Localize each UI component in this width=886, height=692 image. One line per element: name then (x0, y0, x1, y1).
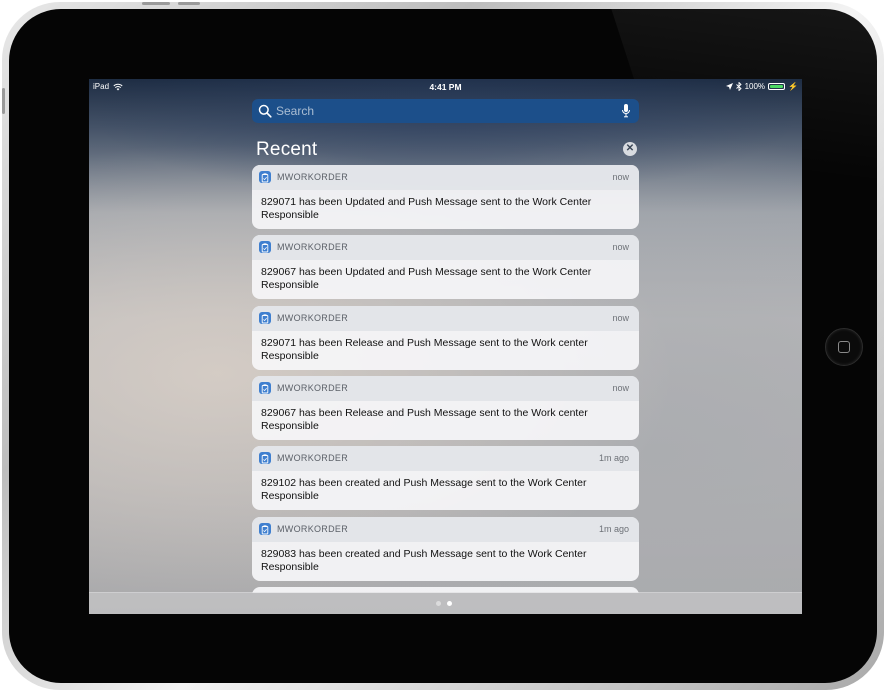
app-name: MWORKORDER (277, 313, 348, 323)
notification-message: 829067 has been Updated and Push Message… (261, 266, 592, 291)
section-title: Recent (256, 139, 318, 160)
notification-message: 829083 has been created and Push Message… (261, 548, 587, 573)
notification-header: MWORKORDER now (252, 376, 639, 401)
notification-header: MWORKORDER 1m ago (252, 517, 639, 542)
notification-header: MWORKORDER now (252, 306, 639, 331)
app-name: MWORKORDER (277, 172, 348, 182)
volume-button (142, 2, 170, 5)
notification-card[interactable]: MWORKORDER now 829071 has been Release a… (252, 306, 639, 370)
search-icon (258, 104, 272, 118)
notification-header: MWORKORDER now (252, 165, 639, 190)
home-button-icon (838, 341, 850, 353)
battery-percent: 100% (744, 82, 766, 91)
notification-card[interactable]: MWORKORDER 1m ago 829102 has been create… (252, 446, 639, 510)
notification-time: now (612, 313, 629, 323)
notification-center-screen: iPad 4:41 PM 100% ⚡ Search Recent ✕ MWOR… (89, 79, 802, 614)
battery-fill (770, 85, 784, 88)
notification-message: 829071 has been Release and Push Message… (261, 337, 588, 362)
app-name: MWORKORDER (277, 453, 348, 463)
app-icon (259, 241, 271, 253)
notification-time: 1m ago (598, 453, 629, 463)
notification-card[interactable]: MWORKORDER now 829071 has been Updated a… (252, 165, 639, 229)
side-switch (2, 88, 5, 114)
page-dot[interactable] (436, 601, 441, 606)
notification-message: 829067 has been Release and Push Message… (261, 407, 588, 432)
page-indicator[interactable] (436, 601, 452, 606)
notification-card[interactable]: MWORKORDER now 829067 has been Release a… (252, 376, 639, 440)
status-bar: iPad 4:41 PM 100% ⚡ (89, 79, 802, 95)
status-time: 4:41 PM (429, 82, 462, 92)
power-button (178, 2, 200, 5)
app-icon (259, 523, 271, 535)
battery-icon (768, 83, 786, 90)
app-icon (259, 312, 271, 324)
app-icon (259, 171, 271, 183)
app-icon (259, 452, 271, 464)
app-name: MWORKORDER (277, 242, 348, 252)
microphone-icon[interactable] (621, 103, 631, 119)
page-indicator-bar (89, 592, 802, 614)
notification-header: MWORKORDER 1m ago (252, 446, 639, 471)
notification-message: 829071 has been Updated and Push Message… (261, 196, 592, 221)
home-button[interactable] (825, 328, 863, 366)
close-icon: ✕ (625, 143, 635, 154)
bluetooth-icon (735, 82, 742, 91)
notification-time: now (612, 242, 629, 252)
notification-time: now (612, 172, 629, 182)
page-dot-current[interactable] (447, 601, 452, 606)
location-icon (725, 83, 733, 90)
notification-time: now (612, 383, 629, 393)
search-bar[interactable] (252, 99, 639, 123)
clear-notifications-button[interactable]: ✕ (623, 142, 637, 156)
app-icon (259, 382, 271, 394)
status-right: 100% ⚡ (725, 82, 798, 91)
notification-card[interactable]: MWORKORDER 1m ago 829083 has been create… (252, 517, 639, 581)
notification-header: MWORKORDER now (252, 235, 639, 260)
charging-icon: ⚡ (788, 82, 798, 91)
notification-message: 829102 has been created and Push Message… (261, 477, 587, 502)
notification-card[interactable]: MWORKORDER now 829067 has been Updated a… (252, 235, 639, 299)
notification-list: MWORKORDER now 829071 has been Updated a… (252, 165, 639, 593)
app-name: MWORKORDER (277, 383, 348, 393)
notification-time: 1m ago (598, 524, 629, 534)
app-name: MWORKORDER (277, 524, 348, 534)
search-input[interactable] (276, 99, 606, 123)
